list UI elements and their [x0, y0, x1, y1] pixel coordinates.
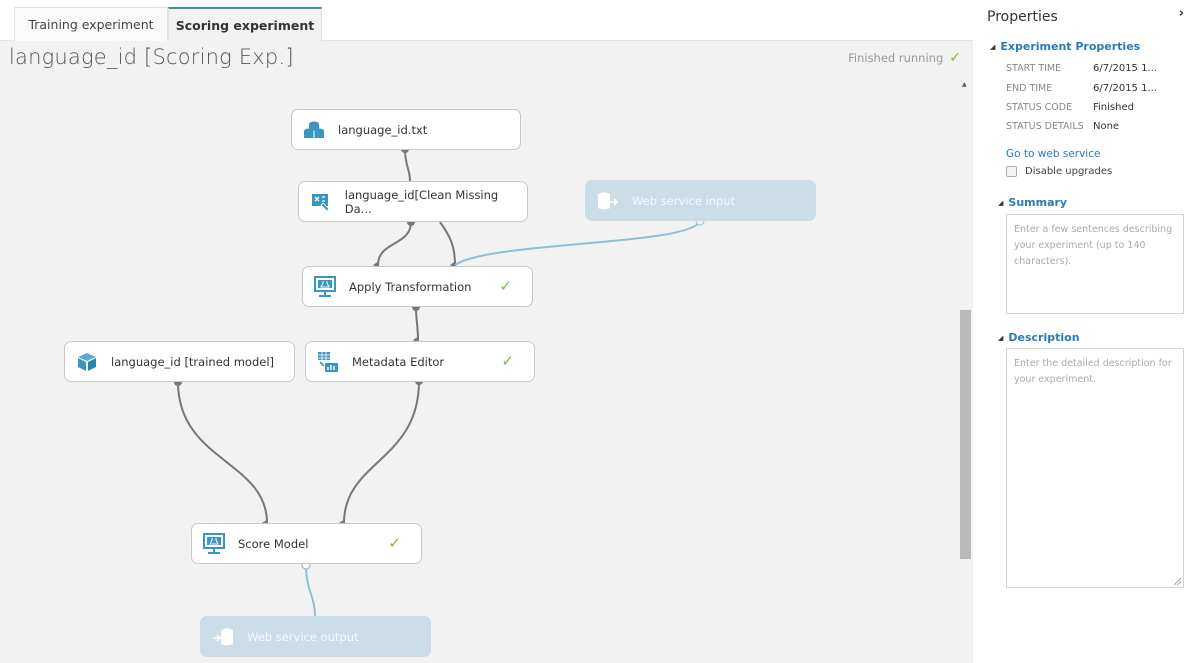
node-label: language_id.txt	[338, 122, 428, 137]
node-label: language_id [trained model]	[111, 354, 275, 369]
tab-bar: Training experiment Scoring experiment	[0, 0, 973, 42]
section-experiment-properties[interactable]: ◢ Experiment Properties	[990, 40, 1140, 53]
section-label: Experiment Properties	[1000, 40, 1141, 53]
prop-value: Finished	[1093, 102, 1134, 113]
prop-key: END TIME	[1006, 83, 1053, 94]
expand-triangle-icon: ◢	[998, 198, 1004, 207]
node-label: Metadata Editor	[352, 354, 445, 369]
summary-placeholder: Enter a few sentences describing your ex…	[1014, 224, 1173, 267]
disable-upgrades-checkbox[interactable]	[1006, 166, 1017, 177]
node-label: language_id[Clean Missing Da...	[344, 187, 499, 216]
section-label: Summary	[1008, 196, 1068, 209]
node-apply-transformation[interactable]: Apply Transformation ✓	[302, 266, 533, 307]
section-description[interactable]: ◢ Description	[998, 331, 1080, 344]
prop-row-status-code: STATUS CODE Finished	[1006, 102, 1134, 113]
completed-check-icon: ✓	[388, 534, 401, 552]
expand-triangle-icon: ◢	[990, 42, 996, 51]
connection-score-wsoutput	[305, 564, 316, 617]
module-icon	[202, 532, 226, 556]
completed-check-icon: ✓	[499, 277, 512, 295]
tab-scoring-experiment[interactable]: Scoring experiment	[168, 7, 322, 42]
properties-panel: Properties › ◢ Experiment Properties STA…	[973, 0, 1190, 663]
connection-model-score	[177, 381, 269, 527]
prop-value: 6/7/2015 1...	[1093, 83, 1157, 94]
completed-check-icon: ✓	[501, 352, 514, 370]
chevron-right-icon[interactable]: ›	[1179, 6, 1184, 21]
connection-dataset-clean	[404, 148, 411, 182]
node-label: Apply Transformation	[349, 279, 472, 294]
description-textarea[interactable]: Enter the detailed description for your …	[1006, 348, 1184, 588]
prop-row-status-details: STATUS DETAILS None	[1006, 121, 1119, 132]
prop-row-start-time: START TIME 6/7/2015 1...	[1006, 63, 1157, 74]
tab-training-experiment[interactable]: Training experiment	[14, 7, 168, 41]
prop-row-end-time: END TIME 6/7/2015 1...	[1006, 83, 1157, 94]
disable-upgrades-row[interactable]: Disable upgrades	[1006, 166, 1112, 177]
prop-value: 6/7/2015 1...	[1093, 63, 1157, 74]
expand-triangle-icon: ◢	[998, 333, 1004, 342]
node-trained-model[interactable]: language_id [trained model]	[64, 341, 295, 382]
module-icon	[313, 275, 337, 299]
node-label: Score Model	[238, 536, 309, 551]
trained-model-icon	[75, 350, 99, 374]
node-metadata-editor[interactable]: Metadata Editor ✓	[305, 341, 535, 382]
connection-wsinput-apply	[454, 220, 701, 266]
node-label: Web service input	[632, 193, 736, 208]
dataset-icon	[302, 118, 326, 142]
prop-key: STATUS CODE	[1006, 102, 1073, 113]
node-clean-missing-data[interactable]: language_id[Clean Missing Da...	[298, 181, 528, 222]
experiment-canvas[interactable]: language_id [Scoring Exp.] Finished runn…	[0, 41, 973, 663]
web-service-output-icon	[211, 625, 235, 649]
app: Training experiment Scoring experiment l…	[0, 0, 1190, 663]
node-score-model[interactable]: Score Model ✓	[191, 523, 422, 564]
node-label: Web service output	[247, 629, 359, 644]
node-dataset[interactable]: language_id.txt	[291, 109, 521, 150]
node-web-service-output[interactable]: Web service output	[200, 616, 431, 657]
connection-clean-apply-left	[373, 221, 412, 270]
connection-clean-apply-right	[439, 221, 457, 269]
go-to-web-service-link[interactable]: Go to web service	[1006, 148, 1100, 160]
connection-metadata-score	[339, 380, 420, 528]
prop-key: START TIME	[1006, 63, 1062, 74]
web-service-input-icon	[596, 189, 620, 213]
connection-apply-metadata	[413, 306, 420, 344]
section-summary[interactable]: ◢ Summary	[998, 196, 1067, 209]
resize-grip-icon[interactable]	[1174, 578, 1181, 585]
section-label: Description	[1008, 331, 1080, 344]
prop-value: None	[1093, 121, 1120, 132]
transform-icon	[309, 190, 333, 214]
metadata-icon	[316, 350, 340, 374]
description-placeholder: Enter the detailed description for your …	[1014, 358, 1172, 385]
disable-upgrades-label: Disable upgrades	[1025, 166, 1113, 177]
node-web-service-input[interactable]: Web service input	[585, 180, 816, 221]
prop-key: STATUS DETAILS	[1006, 121, 1084, 132]
summary-textarea[interactable]: Enter a few sentences describing your ex…	[1006, 214, 1184, 314]
properties-title: Properties	[987, 9, 1058, 25]
